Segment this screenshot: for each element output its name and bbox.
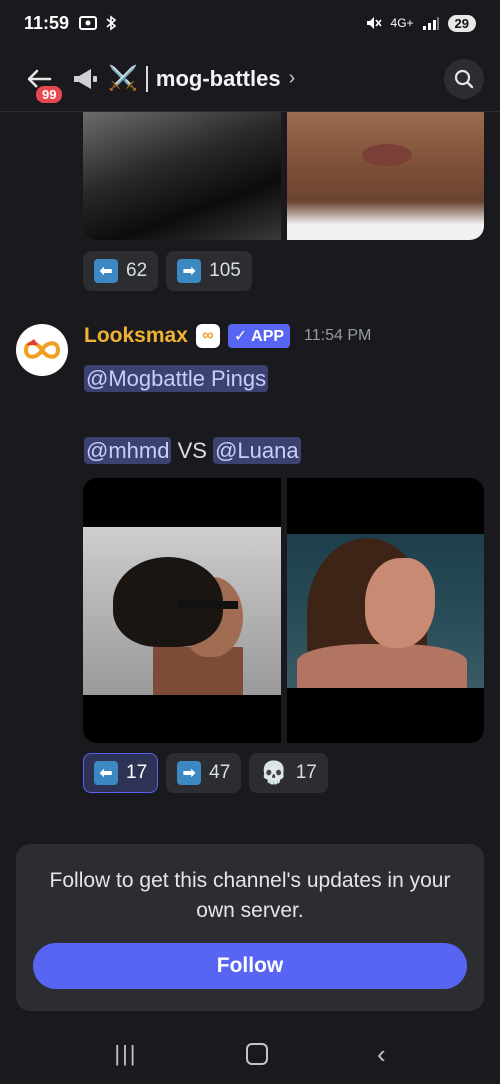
- reaction-left-arrow[interactable]: ⬅ 62: [83, 251, 159, 291]
- message-reactions: ⬅ 17 ➡ 47 💀 17: [83, 753, 328, 793]
- user-mention-right[interactable]: @Luana: [213, 437, 301, 464]
- right-arrow-icon: ➡: [177, 761, 202, 785]
- reaction-count: 17: [295, 762, 317, 783]
- left-arrow-icon: ⬅: [94, 259, 118, 283]
- left-arrow-icon: ⬅: [94, 761, 118, 785]
- reaction-right-arrow[interactable]: ➡ 47: [166, 753, 242, 793]
- photo-right: [287, 534, 484, 688]
- author-name[interactable]: Looksmax: [84, 324, 188, 348]
- infinity-badge-icon: ∞: [195, 324, 220, 348]
- channel-name[interactable]: mog-battles: [156, 66, 281, 92]
- mute-icon: [366, 17, 382, 29]
- system-navbar: ||| ‹: [0, 1024, 500, 1084]
- reaction-skull[interactable]: 💀 17: [249, 753, 328, 793]
- status-bar: 11:59 4G+ 29: [0, 0, 500, 46]
- reaction-count: 62: [126, 260, 148, 281]
- back-button[interactable]: 99: [22, 62, 65, 105]
- skull-icon: 💀: [260, 760, 288, 785]
- timestamp: 11:54 PM: [304, 327, 372, 344]
- chevron-right-icon[interactable]: ›: [289, 67, 296, 90]
- follow-button[interactable]: Follow: [33, 943, 467, 989]
- home-icon[interactable]: [246, 1043, 269, 1065]
- infinity-logo-icon: [23, 339, 61, 359]
- avatar[interactable]: [16, 324, 68, 376]
- message-line-ping: @Mogbattle Pings: [84, 365, 269, 392]
- screen-record-icon: [79, 16, 98, 30]
- reaction-count: 17: [126, 762, 148, 783]
- image-detail: [362, 144, 412, 166]
- search-icon: [454, 69, 474, 88]
- vs-text: VS: [177, 438, 207, 463]
- network-type: 4G+: [390, 16, 414, 30]
- right-arrow-icon: ➡: [177, 259, 202, 283]
- attachment-image-right[interactable]: [287, 478, 484, 743]
- role-mention[interactable]: @Mogbattle Pings: [84, 365, 269, 392]
- recents-icon[interactable]: |||: [114, 1041, 137, 1067]
- reaction-left-arrow[interactable]: ⬅ 17: [83, 753, 159, 793]
- channel-header: 99 ⚔️ mog-battles ›: [0, 46, 500, 112]
- reaction-count: 47: [209, 762, 231, 783]
- search-button[interactable]: [444, 58, 484, 99]
- message-line-battle: @mhmd VS @Luana: [84, 437, 301, 464]
- status-left-icons: [79, 15, 117, 31]
- battery-indicator: 29: [447, 14, 476, 32]
- signal-icon: [422, 17, 439, 30]
- reaction-count: 105: [209, 260, 241, 281]
- attachment-image-left[interactable]: [83, 478, 281, 743]
- message-list[interactable]: ⬅ 62 ➡ 105 Looksmax ∞ ✓ APP 11:54 PM @Mo…: [0, 112, 500, 832]
- bluetooth-icon: [106, 15, 117, 31]
- header-divider: [145, 65, 148, 92]
- photo-detail: [297, 644, 467, 688]
- reaction-right-arrow[interactable]: ➡ 105: [166, 251, 252, 291]
- photo-detail: [365, 558, 435, 648]
- battle-attachments: [83, 478, 484, 743]
- attachment-image[interactable]: [83, 112, 281, 240]
- photo-left: [83, 527, 281, 695]
- notification-badge: 99: [34, 83, 65, 105]
- follow-description: Follow to get this channel's updates in …: [49, 869, 451, 922]
- status-right: 4G+ 29: [365, 14, 476, 32]
- back-chevron-icon[interactable]: ‹: [377, 1039, 386, 1070]
- photo-detail: [178, 601, 238, 609]
- status-time: 11:59: [24, 12, 70, 33]
- crossed-swords-icon: ⚔️: [108, 65, 138, 92]
- app-tag: ✓ APP: [227, 324, 291, 348]
- megaphone-icon: [70, 64, 100, 94]
- previous-reactions: ⬅ 62 ➡ 105: [83, 251, 252, 291]
- follow-card: Follow to get this channel's updates in …: [16, 844, 484, 1011]
- user-mention-left[interactable]: @mhmd: [84, 437, 172, 464]
- attachment-image[interactable]: [287, 112, 484, 240]
- message-header: Looksmax ∞ ✓ APP 11:54 PM: [84, 324, 371, 348]
- previous-attachments: [83, 112, 484, 240]
